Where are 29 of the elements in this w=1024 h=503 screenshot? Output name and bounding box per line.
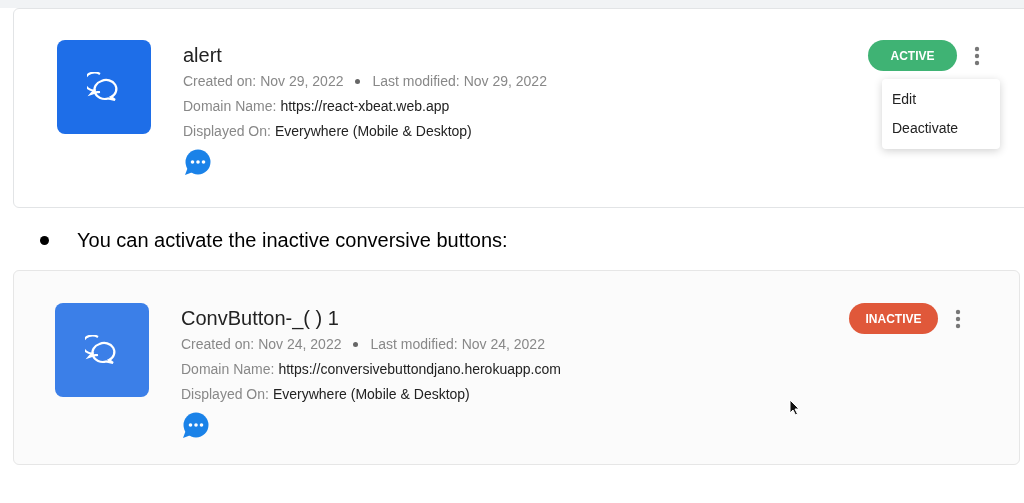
- domain-value: https://react-xbeat.web.app: [280, 97, 450, 116]
- status-badge: INACTIVE: [849, 303, 938, 334]
- modified-date: Nov 24, 2022: [461, 335, 545, 354]
- domain-label: Domain Name:: [183, 97, 277, 116]
- modified-label: Last modified:: [370, 335, 458, 354]
- card-title: ConvButton-_( ) 1: [181, 306, 340, 331]
- domain-label: Domain Name:: [181, 360, 275, 379]
- modified-label: Last modified:: [372, 72, 460, 91]
- modified-date: Nov 29, 2022: [463, 72, 547, 91]
- displayed-label: Displayed On:: [181, 385, 269, 404]
- menu-item[interactable]: Deactivate: [882, 114, 1000, 143]
- status-badge: ACTIVE: [868, 40, 957, 71]
- card-title: alert: [183, 43, 223, 68]
- more-options-icon[interactable]: [955, 308, 961, 329]
- created-date: Nov 24, 2022: [258, 335, 342, 354]
- domain-value: https://conversivebuttondjano.herokuapp.com: [278, 360, 561, 379]
- created-label: Created on:: [183, 72, 257, 91]
- bullet-text: You can activate the inactive conversive buttons:: [77, 228, 508, 253]
- displayed-label: Displayed On:: [183, 122, 271, 141]
- bullet-icon: [40, 235, 49, 245]
- chat-dots-icon: [181, 412, 209, 439]
- displayed-value: Everywhere (Mobile & Desktop): [274, 122, 472, 141]
- chat-dots-icon: [183, 149, 211, 176]
- created-label: Created on:: [181, 335, 255, 354]
- displayed-value: Everywhere (Mobile & Desktop): [272, 385, 470, 404]
- more-options-icon[interactable]: [974, 45, 980, 66]
- mouse-cursor-icon: [789, 399, 800, 416]
- menu-item[interactable]: Edit: [882, 85, 1000, 114]
- created-date: Nov 29, 2022: [260, 72, 344, 91]
